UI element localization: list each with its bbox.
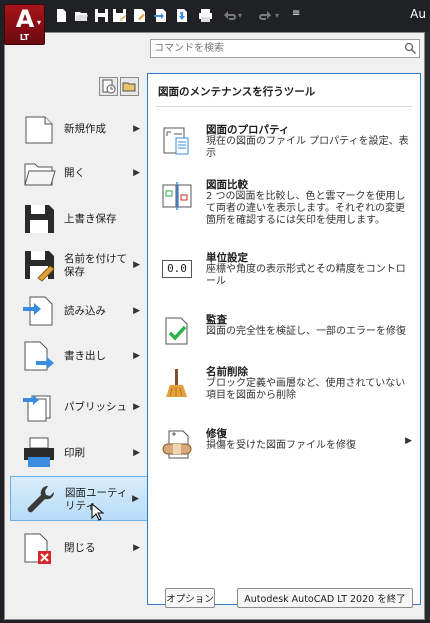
export-icon	[24, 341, 54, 371]
menu-item-save[interactable]: 上書き保存	[10, 197, 148, 242]
drawing-properties-icon	[163, 127, 189, 155]
tool-recover[interactable]: 修復 損傷を受けた図面ファイルを修復 ▶	[158, 426, 416, 466]
save-as-icon[interactable]	[112, 8, 127, 23]
redo-dropdown-icon[interactable]: ▾	[275, 11, 290, 26]
menu-item-close[interactable]: 閉じる ▶	[10, 526, 148, 571]
tool-description: 2 つの図面を比較し、色と雲マークを使用して両者の違いを表示します。それぞれの変…	[206, 191, 406, 226]
tool-description: 損傷を受けた図面ファイルを修復	[206, 440, 356, 451]
tool-drawing-properties[interactable]: 図面のプロパティ 現在の図面のファイル プロパティを設定、表示	[158, 122, 416, 162]
submenu-arrow-icon: ▶	[405, 436, 412, 446]
recover-bandage-icon	[162, 430, 192, 459]
search-input[interactable]	[151, 40, 401, 57]
menu-item-label: 書き出し	[64, 350, 106, 362]
wrench-icon	[27, 485, 55, 513]
submenu-arrow-icon: ▶	[133, 351, 140, 361]
redo-icon[interactable]	[258, 8, 273, 23]
menu-item-print[interactable]: 印刷 ▶	[10, 431, 148, 476]
panel-title: 図面のメンテナンスを行うツール	[158, 86, 316, 98]
tool-title: 修復	[206, 428, 227, 440]
menu-item-label: 閉じる	[64, 542, 96, 554]
export-icon[interactable]	[153, 8, 168, 23]
menu-item-label: 新規作成	[64, 123, 106, 135]
recent-documents-icon	[102, 79, 116, 94]
submenu-arrow-icon: ▶	[133, 260, 140, 270]
new-file-icon[interactable]	[54, 8, 69, 23]
submenu-arrow-icon: ▶	[133, 124, 140, 134]
mouse-cursor-icon	[91, 503, 105, 521]
menu-item-label: 印刷	[64, 447, 85, 459]
tool-purge[interactable]: 名前削除 ブロック定義や画層など、使用されていない項目を図面から削除	[158, 364, 416, 404]
tool-description: ブロック定義や画層など、使用されていない項目を図面から削除	[206, 378, 406, 401]
tool-audit[interactable]: 監査 図面の完全性を検証し、一部のエラーを修復	[158, 312, 416, 352]
open-folder-icon[interactable]	[74, 8, 89, 23]
drawing-compare-icon	[162, 182, 192, 210]
menu-item-label: パブリッシュ	[64, 401, 127, 413]
save-icon[interactable]	[94, 8, 109, 23]
search-icon[interactable]	[404, 42, 417, 55]
submenu-arrow-icon: ▶	[133, 306, 140, 316]
quick-access-toolbar: ▾ ▾ ≡ Au	[0, 0, 430, 32]
print-icon[interactable]	[198, 8, 213, 23]
open-documents-icon	[122, 82, 136, 92]
save-as-icon	[25, 251, 55, 282]
units-icon: 0.0	[162, 260, 192, 278]
menu-item-label: 上書き保存	[64, 213, 117, 225]
submenu-arrow-icon: ▶	[133, 448, 140, 458]
menu-item-import[interactable]: 読み込み ▶	[10, 289, 148, 334]
app-logo-badge: LT	[19, 33, 30, 42]
save-disk-icon	[25, 205, 54, 233]
tool-drawing-compare[interactable]: 図面比較 2 つの図面を比較し、色と雲マークを使用して両者の違いを表示します。そ…	[158, 177, 416, 237]
close-document-icon	[24, 533, 51, 564]
tool-title: 名前削除	[206, 366, 248, 378]
command-search[interactable]	[150, 39, 420, 58]
menu-item-open[interactable]: 開く ▶	[10, 151, 148, 196]
menu-item-label: 名前を付けて保存	[64, 252, 127, 278]
open-folder-icon	[24, 163, 56, 186]
tool-title: 監査	[206, 314, 227, 326]
app-logo-letter: A	[15, 5, 35, 33]
options-button[interactable]: オプション	[165, 588, 215, 608]
application-menu: 新規作成 ▶ 開く ▶ 上書き保存 名前を付けて保存 ▶	[4, 32, 425, 620]
tool-description: 現在の図面のファイル プロパティを設定、表示	[206, 136, 409, 159]
undo-icon[interactable]	[222, 8, 237, 23]
submenu-arrow-icon: ▶	[132, 494, 139, 504]
submenu-arrow-icon: ▶	[133, 402, 140, 412]
new-document-icon	[25, 116, 53, 144]
printer-icon	[24, 437, 54, 467]
panel-divider	[156, 106, 412, 107]
menu-item-new[interactable]: 新規作成 ▶	[10, 107, 148, 152]
menu-item-drawing-utilities[interactable]: 図面ユーティリティ ▶	[10, 476, 148, 521]
menu-item-label: 読み込み	[64, 305, 106, 317]
import-icon[interactable]	[174, 8, 189, 23]
menu-item-publish[interactable]: パブリッシュ ▶	[10, 385, 148, 430]
tool-description: 座標や角度の表示形式とその精度をコントロール	[206, 264, 406, 287]
application-menu-button[interactable]: A ▾ LT	[4, 4, 45, 45]
menu-item-export[interactable]: 書き出し ▶	[10, 334, 148, 379]
import-icon	[23, 296, 53, 326]
chevron-down-icon: ▾	[36, 18, 41, 27]
recent-documents-button[interactable]	[99, 77, 118, 96]
broom-icon	[166, 369, 187, 397]
tool-units[interactable]: 0.0 単位設定 座標や角度の表示形式とその精度をコントロール	[158, 250, 416, 290]
tool-title: 図面比較	[206, 179, 248, 191]
exit-application-button[interactable]: Autodesk AutoCAD LT 2020 を終了	[237, 588, 413, 608]
menu-item-save-as[interactable]: 名前を付けて保存 ▶	[10, 243, 148, 288]
tool-title: 単位設定	[206, 252, 248, 264]
open-documents-button[interactable]	[120, 77, 139, 96]
customize-toolbar-icon[interactable]: ≡	[292, 8, 307, 23]
menu-item-label: 開く	[64, 167, 85, 179]
drawing-utilities-panel: 図面のメンテナンスを行うツール 図面のプロパティ 現在の図面のファイル プロパテ…	[147, 73, 421, 605]
audit-checkmark-icon	[165, 317, 188, 345]
undo-dropdown-icon[interactable]: ▾	[238, 11, 253, 26]
submenu-arrow-icon: ▶	[133, 168, 140, 178]
tool-title: 図面のプロパティ	[206, 124, 290, 136]
plot-icon[interactable]	[132, 8, 147, 23]
submenu-arrow-icon: ▶	[133, 543, 140, 553]
tool-description: 図面の完全性を検証し、一部のエラーを修復	[206, 326, 406, 337]
window-title-fragment: Au	[410, 7, 426, 21]
publish-icon	[23, 395, 51, 422]
